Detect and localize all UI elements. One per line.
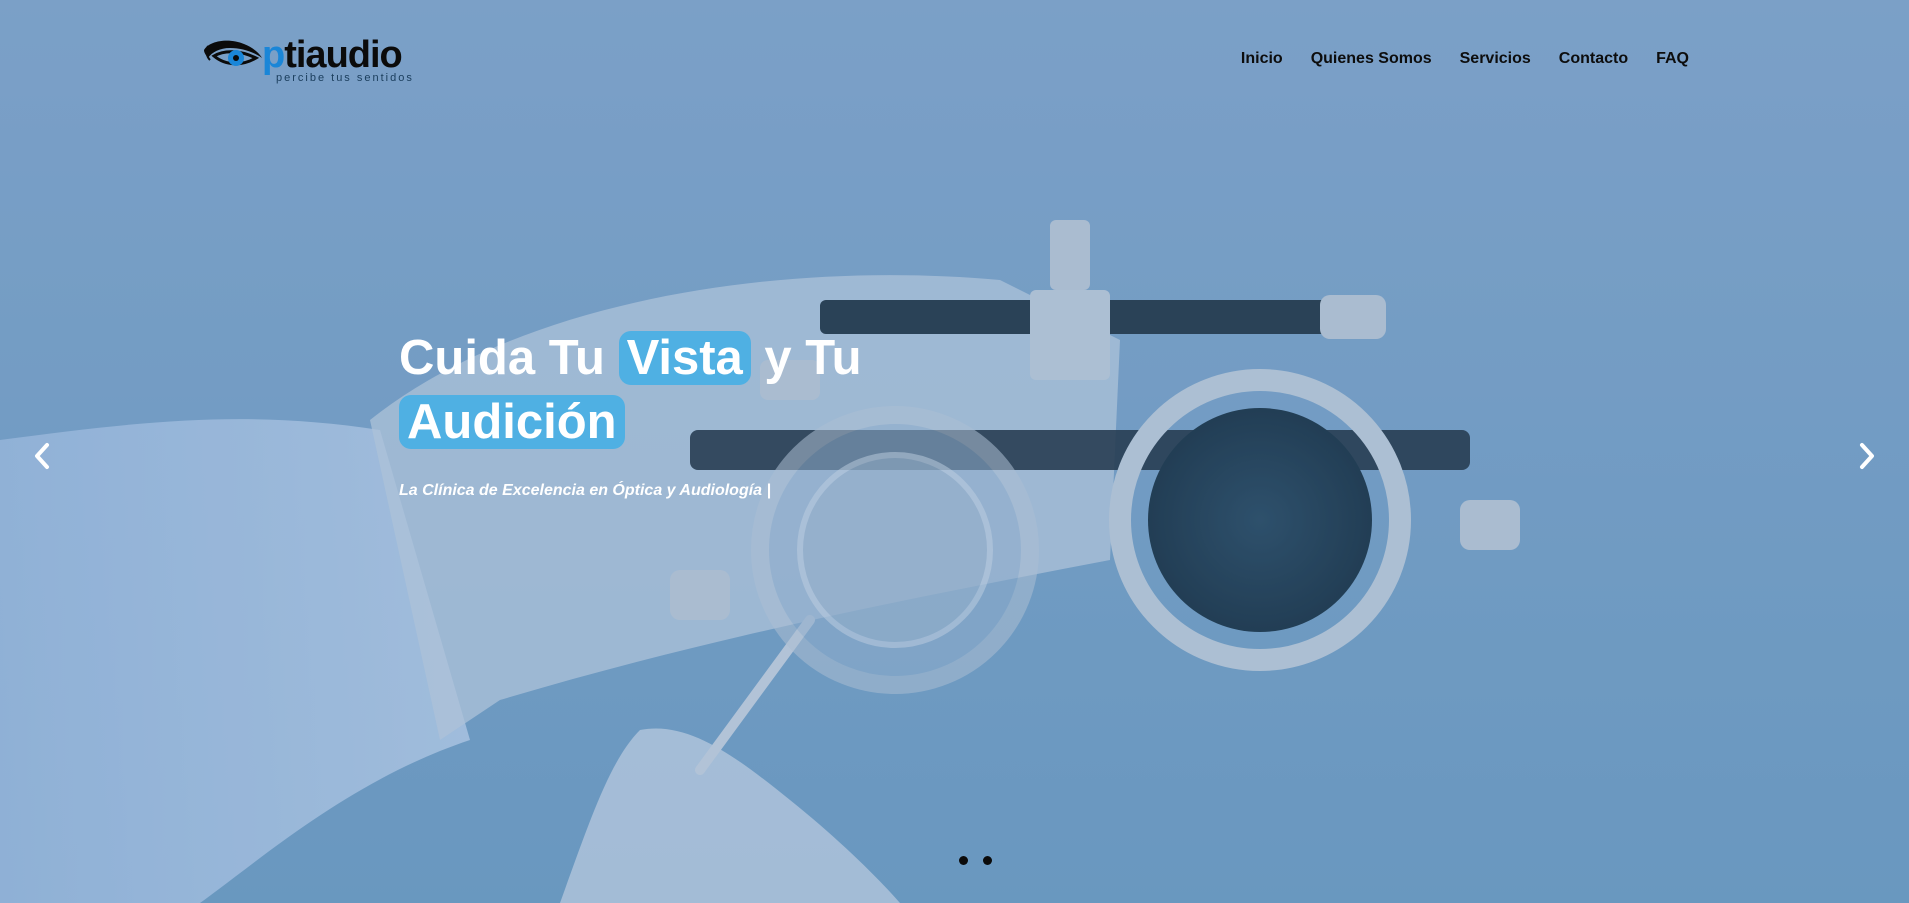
logo[interactable]: ptiaudio percibe tus sentidos — [200, 34, 415, 88]
hero-headline: Cuida Tu Vista y Tu Audición — [399, 326, 919, 454]
headline-text-2: y Tu — [750, 331, 862, 385]
nav-item-servicios[interactable]: Servicios — [1460, 50, 1531, 68]
nav-item-quienes-somos[interactable]: Quienes Somos — [1311, 50, 1432, 68]
logo-tagline: percibe tus sentidos — [276, 72, 414, 84]
headline-text-1: Cuida Tu — [399, 331, 619, 385]
chevron-right-icon — [1860, 443, 1874, 469]
hero-slider: ptiaudio percibe tus sentidos Inicio Qui… — [0, 0, 1909, 903]
nav-item-inicio[interactable]: Inicio — [1241, 50, 1283, 68]
site-header: ptiaudio percibe tus sentidos Inicio Qui… — [0, 0, 1909, 120]
hero-subheadline: La Clínica de Excelencia en Óptica y Aud… — [399, 482, 771, 499]
logo-wordmark-rest: tiaudio — [284, 34, 403, 76]
headline-highlight-vista: Vista — [618, 331, 751, 385]
logo-wordmark: ptiaudio — [262, 34, 403, 77]
headline-highlight-audicion: Audición — [399, 395, 625, 449]
logo-wordmark-p: p — [262, 34, 285, 76]
hero-color-overlay — [0, 0, 1909, 903]
nav-item-faq[interactable]: FAQ — [1656, 50, 1689, 68]
nav-item-contacto[interactable]: Contacto — [1559, 50, 1628, 68]
carousel-dot-2[interactable] — [983, 856, 992, 865]
carousel-next-button[interactable] — [1849, 438, 1885, 474]
carousel-prev-button[interactable] — [24, 438, 60, 474]
ear-eye-logo-icon — [204, 40, 262, 66]
main-nav: Inicio Quienes Somos Servicios Contacto … — [1241, 50, 1689, 68]
carousel-dot-1[interactable] — [959, 856, 968, 865]
carousel-pagination — [959, 856, 992, 865]
chevron-left-icon — [35, 443, 49, 469]
